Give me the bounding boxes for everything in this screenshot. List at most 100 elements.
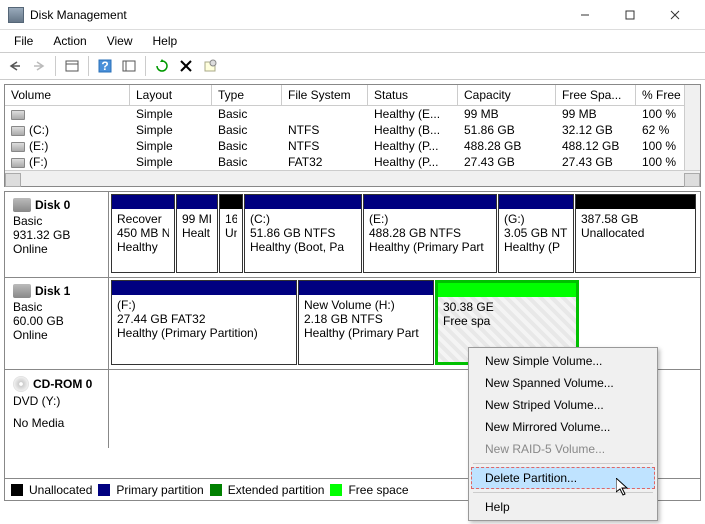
volume-status: Healthy (P... [368, 154, 458, 170]
volume-fs: NTFS [282, 122, 368, 138]
volume-layout: Simple [130, 106, 212, 122]
col-volume[interactable]: Volume [5, 85, 130, 105]
col-filesystem[interactable]: File System [282, 85, 368, 105]
disk0-part-unalloc2[interactable]: 387.58 GBUnallocated [575, 194, 696, 273]
cdrom-info[interactable]: CD-ROM 0 DVD (Y:) No Media [5, 370, 109, 448]
col-free[interactable]: Free Spa... [556, 85, 636, 105]
disk0-part-e[interactable]: (E:)488.28 GB NTFSHealthy (Primary Part [363, 194, 497, 273]
volume-capacity: 27.43 GB [458, 154, 556, 170]
volume-fs: FAT32 [282, 154, 368, 170]
volume-list[interactable]: Volume Layout Type File System Status Ca… [4, 84, 701, 187]
disk0-part-unalloc1[interactable]: 16Un [219, 194, 243, 273]
volume-status: Healthy (P... [368, 138, 458, 154]
menu-action[interactable]: Action [45, 32, 94, 50]
volume-fs: NTFS [282, 138, 368, 154]
volume-layout: Simple [130, 154, 212, 170]
volume-row[interactable]: (C:) SimpleBasicNTFSHealthy (B...51.86 GB… [5, 122, 700, 138]
legend-free: Free space [348, 483, 408, 497]
volume-type: Basic [212, 138, 282, 154]
volume-fs [282, 106, 368, 122]
menu-file[interactable]: File [6, 32, 41, 50]
volume-type: Basic [212, 122, 282, 138]
delete-button[interactable] [175, 55, 197, 77]
disk0-partitions: Recover450 MB NHealthy 99 MIHealt 16Un (… [109, 192, 700, 277]
cdrom-icon [13, 376, 29, 392]
ctx-help[interactable]: Help [471, 496, 655, 518]
maximize-button[interactable] [607, 1, 652, 29]
disk0-size: 931.32 GB [13, 228, 100, 242]
back-button[interactable] [4, 55, 26, 77]
refresh-button[interactable] [151, 55, 173, 77]
disk1-part-h[interactable]: New Volume (H:)2.18 GB NTFSHealthy (Prim… [298, 280, 434, 365]
volume-icon [11, 126, 25, 136]
settings-button[interactable] [118, 55, 140, 77]
disk-icon [13, 198, 31, 212]
show-hide-console-button[interactable] [61, 55, 83, 77]
legend-sw-free [330, 484, 342, 496]
volume-free: 27.43 GB [556, 154, 636, 170]
disk0-part-g[interactable]: (G:)3.05 GB NTFHealthy (P [498, 194, 574, 273]
cdrom-media: No Media [13, 416, 100, 430]
ctx-new-raid5: New RAID-5 Volume... [471, 438, 655, 460]
forward-button[interactable] [28, 55, 50, 77]
context-menu: New Simple Volume... New Spanned Volume.… [468, 347, 658, 521]
volume-capacity: 51.86 GB [458, 122, 556, 138]
volume-status: Healthy (B... [368, 122, 458, 138]
volume-name: (F:) [29, 155, 48, 169]
legend-primary: Primary partition [116, 483, 203, 497]
disk0-info[interactable]: Disk 0 Basic 931.32 GB Online [5, 192, 109, 277]
disk-icon [13, 284, 31, 298]
cdrom-label: CD-ROM 0 [33, 377, 92, 391]
disk0-part-recovery[interactable]: Recover450 MB NHealthy [111, 194, 175, 273]
col-type[interactable]: Type [212, 85, 282, 105]
menubar: File Action View Help [0, 30, 705, 52]
disk1-label: Disk 1 [35, 284, 70, 298]
volume-layout: Simple [130, 122, 212, 138]
volume-name: (C:) [29, 123, 49, 137]
close-button[interactable] [652, 1, 697, 29]
col-layout[interactable]: Layout [130, 85, 212, 105]
help-button[interactable]: ? [94, 55, 116, 77]
ctx-new-mirrored[interactable]: New Mirrored Volume... [471, 416, 655, 438]
legend-sw-primary [98, 484, 110, 496]
ctx-new-striped[interactable]: New Striped Volume... [471, 394, 655, 416]
properties-button[interactable] [199, 55, 221, 77]
ctx-separator [473, 492, 653, 493]
col-capacity[interactable]: Capacity [458, 85, 556, 105]
disk0-type: Basic [13, 214, 100, 228]
volume-status: Healthy (E... [368, 106, 458, 122]
disk1-part-f[interactable]: (F:)27.44 GB FAT32Healthy (Primary Parti… [111, 280, 297, 365]
volume-list-hscroll[interactable] [5, 170, 700, 186]
toolbar: ? [0, 52, 705, 80]
disk0-state: Online [13, 242, 100, 256]
volume-icon [11, 142, 25, 152]
ctx-new-spanned[interactable]: New Spanned Volume... [471, 372, 655, 394]
volume-row[interactable]: (F:)SimpleBasicFAT32Healthy (P...27.43 G… [5, 154, 700, 170]
menu-view[interactable]: View [99, 32, 141, 50]
volume-row[interactable]: (E:)SimpleBasicNTFSHealthy (P...488.28 G… [5, 138, 700, 154]
col-status[interactable]: Status [368, 85, 458, 105]
window-title: Disk Management [30, 8, 562, 22]
volume-list-header: Volume Layout Type File System Status Ca… [5, 85, 700, 106]
volume-row[interactable]: SimpleBasicHealthy (E...99 MB99 MB100 % [5, 106, 700, 122]
ctx-new-simple[interactable]: New Simple Volume... [471, 350, 655, 372]
disk0-part-efi[interactable]: 99 MIHealt [176, 194, 218, 273]
volume-icon [11, 110, 25, 120]
volume-type: Basic [212, 154, 282, 170]
disk0-part-c[interactable]: (C:)51.86 GB NTFSHealthy (Boot, Pa [244, 194, 362, 273]
disk0-row: Disk 0 Basic 931.32 GB Online Recover450… [5, 192, 700, 278]
disk1-info[interactable]: Disk 1 Basic 60.00 GB Online [5, 278, 109, 369]
volume-icon [11, 158, 25, 168]
svg-text:?: ? [101, 59, 108, 73]
menu-help[interactable]: Help [145, 32, 186, 50]
volume-free: 32.12 GB [556, 122, 636, 138]
volume-capacity: 488.28 GB [458, 138, 556, 154]
minimize-button[interactable] [562, 1, 607, 29]
legend-extended: Extended partition [228, 483, 325, 497]
ctx-delete-partition[interactable]: Delete Partition... [471, 467, 655, 489]
volume-list-vscroll[interactable] [684, 85, 700, 170]
volume-name: (E:) [29, 139, 48, 153]
volume-free: 99 MB [556, 106, 636, 122]
disk1-state: Online [13, 328, 100, 342]
ctx-separator [473, 463, 653, 464]
